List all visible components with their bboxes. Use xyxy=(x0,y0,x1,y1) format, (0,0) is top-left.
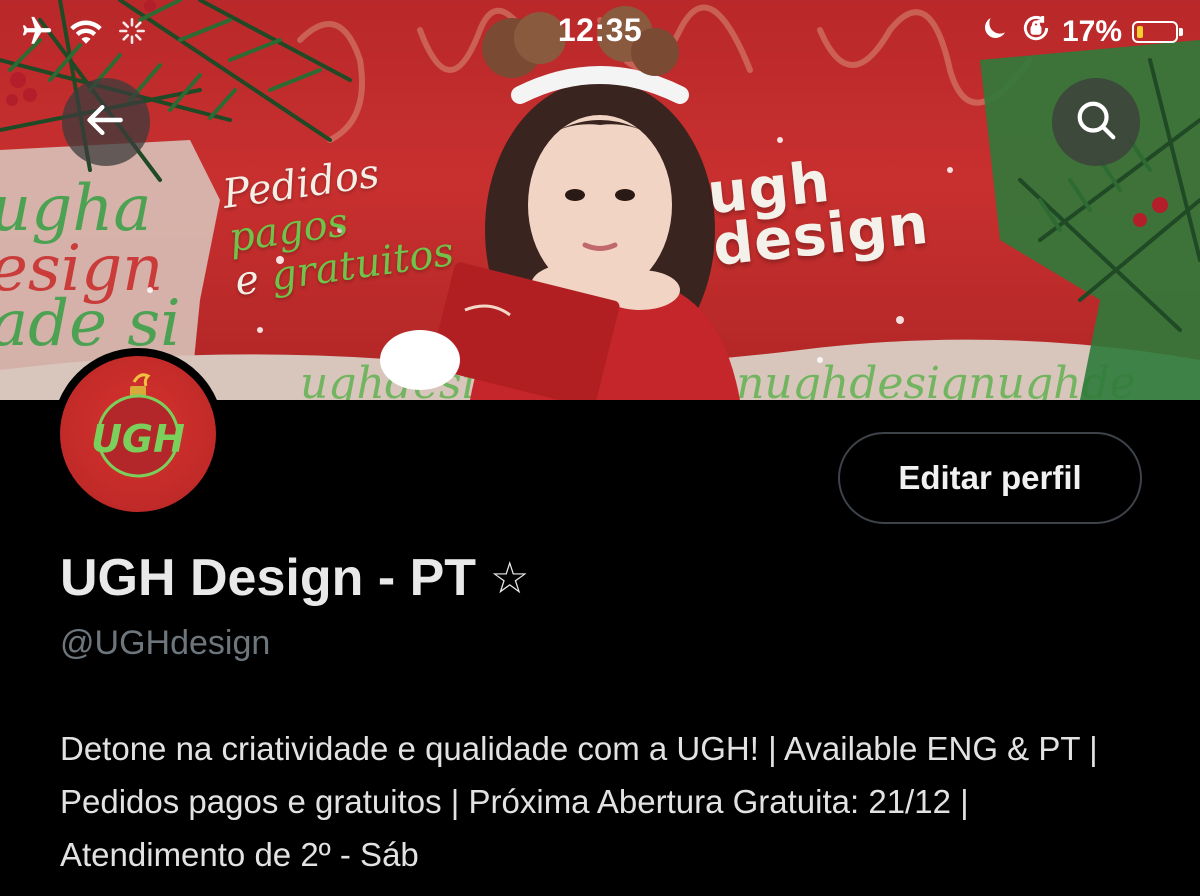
moon-icon xyxy=(980,13,1010,51)
battery-percent: 17% xyxy=(1061,15,1122,48)
battery-level-fill xyxy=(1137,26,1143,38)
profile-handle: @UGHdesign xyxy=(60,624,271,662)
battery-icon xyxy=(1132,21,1183,43)
back-button[interactable] xyxy=(62,78,150,166)
avatar-image: UGH xyxy=(60,356,216,512)
star-icon: ☆ xyxy=(490,552,530,604)
edit-profile-button[interactable]: Editar perfil xyxy=(838,432,1142,524)
arrow-left-icon xyxy=(84,98,128,147)
search-button[interactable] xyxy=(1052,78,1140,166)
search-icon xyxy=(1073,97,1119,148)
orientation-lock-icon xyxy=(1020,12,1052,52)
profile-display-name: UGH Design - PT ☆ xyxy=(60,548,529,608)
ornament-logo-icon: UGH xyxy=(91,373,185,478)
profile-avatar[interactable]: UGH xyxy=(52,348,224,520)
display-name-text: UGH Design - PT xyxy=(60,549,477,607)
status-right-icons: 17% xyxy=(980,12,1183,52)
profile-screen: ugha esign ade si ughdesignughdesignughd… xyxy=(0,0,1200,896)
profile-bio: Detone na criatividade e qualidade com a… xyxy=(60,730,1098,873)
avatar-monogram: UGH xyxy=(91,417,185,461)
status-bar: 12:35 17% xyxy=(0,0,1200,64)
